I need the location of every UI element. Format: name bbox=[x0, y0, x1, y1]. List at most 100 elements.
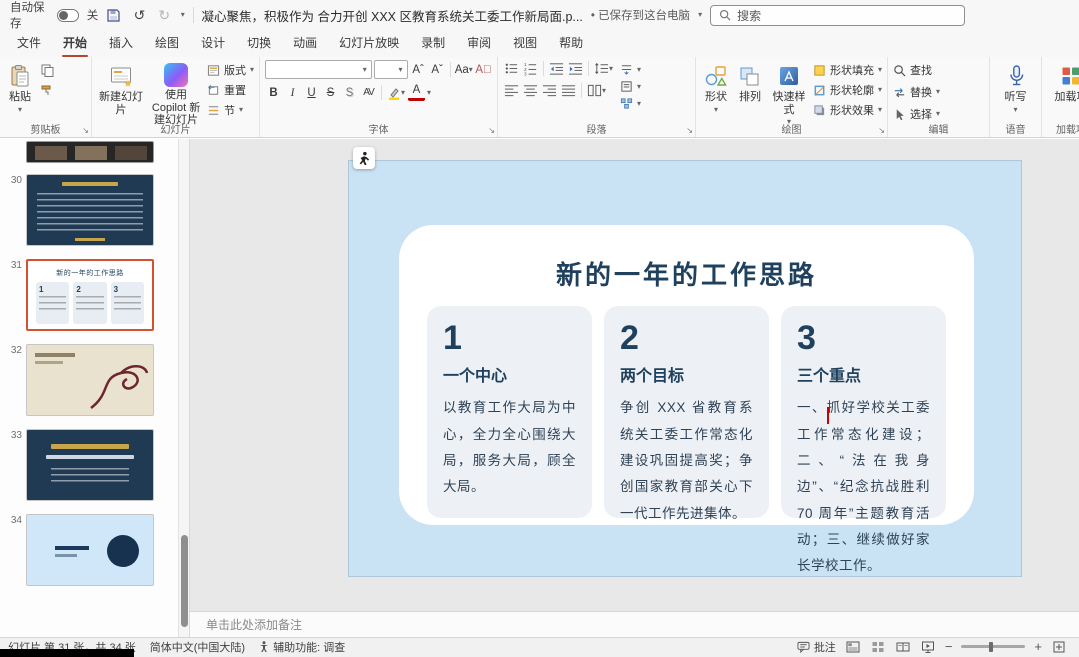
dialog-launcher-icon[interactable]: ↘ bbox=[878, 127, 885, 135]
card-three-priorities[interactable]: 3 三个重点 一、抓好学校关工委工作常态化建设；二、“法在我身边”、“纪念抗战胜… bbox=[781, 306, 946, 573]
align-left-button[interactable] bbox=[503, 82, 520, 99]
slide-sorter-view-button[interactable] bbox=[870, 639, 886, 655]
tab-design[interactable]: 设计 bbox=[190, 30, 236, 57]
tab-view[interactable]: 视图 bbox=[502, 30, 548, 57]
format-painter-icon[interactable] bbox=[39, 82, 55, 98]
justify-button[interactable] bbox=[560, 82, 577, 99]
card-body[interactable]: 争创 XXX 省教育系统关工委工作常态化建设巩固提高奖；争创国家教育部关心下一代… bbox=[620, 395, 753, 527]
font-color-caret-icon[interactable]: ▾ bbox=[427, 88, 431, 97]
tab-home[interactable]: 开始 bbox=[52, 30, 98, 57]
thumbnail-slide-30[interactable]: 30 bbox=[4, 174, 175, 246]
thumbnail-slide-33[interactable]: 33 bbox=[4, 429, 175, 501]
character-spacing-button[interactable]: AV bbox=[360, 84, 377, 101]
replace-button[interactable]: 替换 ▾ bbox=[893, 84, 984, 100]
slideshow-view-button[interactable] bbox=[920, 639, 936, 655]
paste-button[interactable]: 粘贴 ▾ bbox=[5, 60, 35, 117]
strikethrough-button[interactable]: S bbox=[322, 84, 339, 101]
select-button[interactable]: 选择 ▾ bbox=[893, 106, 984, 122]
shapes-button[interactable]: 形状 ▾ bbox=[701, 60, 731, 117]
card-two-goals[interactable]: 2 两个目标 争创 XXX 省教育系统关工委工作常态化建设巩固提高奖；争创国家教… bbox=[604, 306, 769, 521]
accessibility-status[interactable]: 辅助功能: 调查 bbox=[259, 639, 345, 655]
thumbnail-scrollbar[interactable] bbox=[178, 139, 189, 637]
tab-file[interactable]: 文件 bbox=[6, 30, 52, 57]
new-slide-button[interactable]: 新建幻灯片 bbox=[97, 60, 145, 119]
copy-icon[interactable] bbox=[39, 62, 55, 78]
columns-button[interactable]: ▾ bbox=[586, 82, 607, 99]
bold-button[interactable]: B bbox=[265, 84, 282, 101]
undo-icon[interactable]: ↺ bbox=[131, 7, 148, 24]
text-direction-button[interactable]: ▾ bbox=[620, 63, 641, 76]
quick-styles-button[interactable]: 快速样式 ▾ bbox=[769, 60, 809, 129]
saved-caret-icon[interactable]: ▾ bbox=[698, 11, 702, 19]
highlight-button[interactable]: ▾ bbox=[386, 84, 406, 101]
tab-insert[interactable]: 插入 bbox=[98, 30, 144, 57]
italic-button[interactable]: I bbox=[284, 84, 301, 101]
shape-outline-button[interactable]: 形状轮廓 ▾ bbox=[813, 82, 882, 98]
reset-button[interactable]: 重置 bbox=[207, 82, 254, 98]
bullets-button[interactable] bbox=[503, 60, 520, 77]
zoom-in-button[interactable]: + bbox=[1034, 639, 1042, 654]
numbering-button[interactable]: 123 bbox=[522, 60, 539, 77]
dialog-launcher-icon[interactable]: ↘ bbox=[82, 127, 89, 135]
card-body[interactable]: 以教育工作大局为中心，全力全心围绕大局，服务大局，顾全大局。 bbox=[443, 395, 576, 500]
search-input[interactable]: 搜索 bbox=[710, 4, 965, 26]
autosave-toggle[interactable] bbox=[56, 8, 79, 22]
align-text-button[interactable]: ▾ bbox=[620, 80, 641, 93]
zoom-out-button[interactable]: − bbox=[945, 639, 953, 654]
decrease-indent-button[interactable] bbox=[548, 60, 565, 77]
change-case-button[interactable]: Aa ▾ bbox=[454, 61, 473, 78]
normal-view-button[interactable] bbox=[845, 639, 861, 655]
font-size-select[interactable]: ▾ bbox=[373, 60, 408, 79]
language-indicator[interactable]: 简体中文(中国大陆) bbox=[150, 639, 245, 655]
card-body[interactable]: 一、抓好学校关工委工作常态化建设；二、“法在我身边”、“纪念抗战胜利 70 周年… bbox=[797, 395, 930, 579]
shrink-font-button[interactable]: Aˇ bbox=[429, 61, 446, 78]
slide-title-text[interactable]: 新的一年的工作思路 bbox=[399, 255, 974, 292]
tab-help[interactable]: 帮助 bbox=[548, 30, 594, 57]
scrollbar-thumb[interactable] bbox=[180, 535, 188, 627]
slide-31[interactable]: 新的一年的工作思路 1 一个中心 以教育工作大局为中心，全力全心围绕大局，服务大… bbox=[348, 147, 1022, 577]
increase-indent-button[interactable] bbox=[567, 60, 584, 77]
text-shadow-button[interactable]: S bbox=[341, 84, 358, 101]
comments-button[interactable]: 批注 bbox=[797, 639, 836, 655]
redo-icon[interactable]: ↻ bbox=[156, 7, 173, 24]
shape-effects-button[interactable]: 形状效果 ▾ bbox=[813, 102, 882, 118]
clear-formatting-button[interactable]: A⃠ bbox=[475, 61, 492, 78]
shape-fill-button[interactable]: 形状填充 ▾ bbox=[813, 62, 882, 78]
addins-button[interactable]: 加载项 bbox=[1053, 60, 1079, 107]
tab-transitions[interactable]: 切换 bbox=[236, 30, 282, 57]
card-one-center[interactable]: 1 一个中心 以教育工作大局为中心，全力全心围绕大局，服务大局，顾全大局。 bbox=[427, 306, 592, 518]
thumbnail-slide-29-partial[interactable] bbox=[4, 141, 175, 163]
tab-review[interactable]: 审阅 bbox=[456, 30, 502, 57]
tab-record[interactable]: 录制 bbox=[410, 30, 456, 57]
reading-view-button[interactable] bbox=[895, 639, 911, 655]
zoom-slider[interactable] bbox=[961, 641, 1026, 652]
font-name-select[interactable]: ▾ bbox=[265, 60, 372, 79]
align-right-button[interactable] bbox=[541, 82, 558, 99]
dictate-button[interactable]: 听写 ▾ bbox=[1001, 60, 1031, 117]
font-color-button[interactable]: A bbox=[408, 84, 426, 101]
zoom-slider-knob[interactable] bbox=[989, 641, 994, 652]
tab-animations[interactable]: 动画 bbox=[282, 30, 328, 57]
tab-slideshow[interactable]: 幻灯片放映 bbox=[328, 30, 410, 57]
qat-customize-icon[interactable]: ▾ bbox=[181, 11, 185, 19]
underline-button[interactable]: U bbox=[303, 84, 320, 101]
line-spacing-button[interactable]: ▾ bbox=[593, 60, 614, 77]
dialog-launcher-icon[interactable]: ↘ bbox=[686, 127, 693, 135]
layout-button[interactable]: 版式 ▾ bbox=[207, 62, 254, 78]
thumbnail-slide-31-selected[interactable]: 31 新的一年的工作思路 1 2 3 bbox=[4, 259, 175, 331]
grow-font-button[interactable]: Aˆ bbox=[410, 61, 427, 78]
saved-status[interactable]: • 已保存到这台电脑 bbox=[591, 7, 690, 23]
dialog-launcher-icon[interactable]: ↘ bbox=[488, 127, 495, 135]
notes-pane[interactable]: 单击此处添加备注 bbox=[190, 611, 1079, 637]
tab-draw[interactable]: 绘图 bbox=[144, 30, 190, 57]
align-center-button[interactable] bbox=[522, 82, 539, 99]
thumbnail-slide-34[interactable]: 34 bbox=[4, 514, 175, 586]
convert-smartart-button[interactable]: ▾ bbox=[620, 97, 641, 110]
section-button[interactable]: 节 ▾ bbox=[207, 102, 254, 118]
fit-slide-to-window-button[interactable] bbox=[1051, 639, 1067, 655]
accessibility-person-icon[interactable] bbox=[353, 147, 375, 169]
thumbnail-slide-32[interactable]: 32 bbox=[4, 344, 175, 416]
content-card[interactable]: 新的一年的工作思路 1 一个中心 以教育工作大局为中心，全力全心围绕大局，服务大… bbox=[399, 225, 974, 573]
arrange-button[interactable]: 排列 bbox=[735, 60, 765, 107]
save-icon[interactable] bbox=[106, 8, 123, 23]
